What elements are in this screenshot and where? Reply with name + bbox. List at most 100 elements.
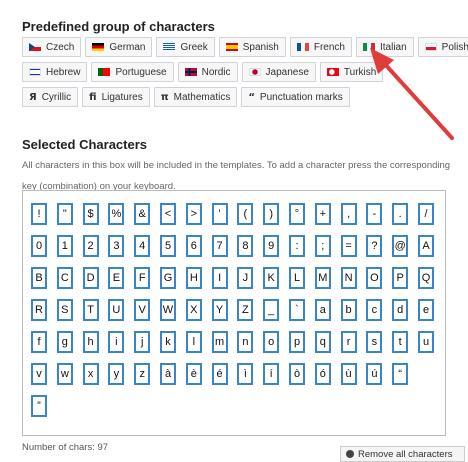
cyrillic-button[interactable]: Я Cyrillic — [22, 87, 79, 107]
character-key[interactable]: z — [134, 363, 151, 385]
character-key[interactable]: K — [263, 267, 280, 289]
character-key[interactable]: G — [160, 267, 176, 289]
character-key[interactable]: / — [418, 203, 434, 225]
character-key[interactable]: m — [211, 331, 228, 353]
character-key[interactable]: y — [108, 363, 125, 385]
character-key[interactable]: i — [108, 331, 125, 353]
character-key[interactable]: : — [289, 235, 305, 257]
character-key[interactable]: > — [185, 203, 202, 225]
character-key[interactable]: & — [134, 203, 151, 225]
character-key[interactable]: í — [263, 363, 280, 385]
character-key[interactable]: 9 — [263, 235, 280, 257]
character-key[interactable]: ? — [366, 235, 383, 257]
character-key[interactable]: x — [82, 363, 99, 385]
character-key[interactable]: + — [314, 203, 331, 225]
character-key[interactable]: N — [340, 267, 357, 289]
character-key[interactable]: 8 — [237, 235, 254, 257]
character-key[interactable]: t — [392, 331, 409, 353]
remove-all-button[interactable]: Remove all characters — [340, 446, 465, 462]
character-key[interactable]: é — [211, 363, 228, 385]
character-key[interactable]: ° — [289, 203, 305, 225]
character-key[interactable]: S — [56, 299, 73, 321]
character-key[interactable]: Y — [211, 299, 228, 321]
punctuation-button[interactable]: “ Punctuation marks — [241, 87, 350, 107]
character-key[interactable]: b — [340, 299, 357, 321]
character-key[interactable]: B — [31, 267, 47, 289]
nordic-button[interactable]: Nordic — [177, 62, 238, 82]
character-key[interactable]: , — [340, 203, 357, 225]
character-key[interactable]: @ — [392, 235, 409, 257]
character-key[interactable]: I — [211, 267, 228, 289]
turkish-button[interactable]: Turkish — [319, 62, 384, 82]
character-key[interactable]: % — [108, 203, 125, 225]
character-key[interactable]: ì — [237, 363, 254, 385]
character-key[interactable]: $ — [82, 203, 99, 225]
character-key[interactable]: ' — [211, 203, 228, 225]
character-key[interactable]: ; — [314, 235, 331, 257]
character-key[interactable]: R — [31, 299, 47, 321]
character-key[interactable]: s — [366, 331, 383, 353]
character-key[interactable]: n — [237, 331, 254, 353]
character-key[interactable]: 4 — [134, 235, 151, 257]
hebrew-button[interactable]: Hebrew — [22, 62, 88, 82]
character-key[interactable]: - — [366, 203, 383, 225]
character-key[interactable]: < — [160, 203, 176, 225]
character-key[interactable]: c — [366, 299, 383, 321]
french-button[interactable]: French — [289, 37, 352, 57]
character-key[interactable]: 5 — [160, 235, 176, 257]
character-key[interactable]: a — [314, 299, 331, 321]
character-key[interactable]: 1 — [56, 235, 73, 257]
character-key[interactable]: q — [314, 331, 331, 353]
german-button[interactable]: German — [85, 37, 153, 57]
character-key[interactable]: X — [185, 299, 202, 321]
character-key[interactable]: F — [134, 267, 151, 289]
character-key[interactable]: l — [185, 331, 202, 353]
character-key[interactable]: v — [31, 363, 47, 385]
mathematics-button[interactable]: π Mathematics — [153, 87, 238, 107]
character-key[interactable]: 0 — [31, 235, 47, 257]
character-key[interactable]: M — [314, 267, 331, 289]
polish-button[interactable]: Polish — [417, 37, 468, 57]
character-key[interactable]: o — [263, 331, 280, 353]
character-key[interactable]: “ — [392, 363, 409, 385]
character-key[interactable]: C — [56, 267, 73, 289]
character-key[interactable]: A — [418, 235, 434, 257]
character-key[interactable]: j — [134, 331, 151, 353]
character-key[interactable]: 2 — [82, 235, 99, 257]
japanese-button[interactable]: Japanese — [241, 62, 316, 82]
character-key[interactable]: k — [160, 331, 176, 353]
character-key[interactable]: H — [185, 267, 202, 289]
character-key[interactable]: Q — [418, 267, 434, 289]
character-key[interactable]: U — [108, 299, 125, 321]
italian-button[interactable]: Italian — [355, 37, 414, 57]
character-key[interactable]: " — [56, 203, 73, 225]
character-key[interactable]: ! — [31, 203, 47, 225]
character-key[interactable]: à — [160, 363, 176, 385]
character-key[interactable]: 6 — [185, 235, 202, 257]
character-key[interactable]: è — [185, 363, 202, 385]
character-key[interactable]: T — [82, 299, 99, 321]
character-key[interactable]: g — [56, 331, 73, 353]
character-key[interactable]: d — [392, 299, 409, 321]
character-key[interactable]: _ — [263, 299, 280, 321]
character-key[interactable]: E — [108, 267, 125, 289]
character-key[interactable]: ó — [314, 363, 331, 385]
character-key[interactable]: h — [82, 331, 99, 353]
character-key[interactable]: r — [340, 331, 357, 353]
character-key[interactable]: e — [418, 299, 434, 321]
greek-button[interactable]: Greek — [156, 37, 215, 57]
character-key[interactable]: Z — [237, 299, 254, 321]
character-key[interactable]: ) — [263, 203, 280, 225]
character-key[interactable]: V — [134, 299, 151, 321]
character-key[interactable]: f — [31, 331, 47, 353]
character-key[interactable]: u — [418, 331, 434, 353]
character-key[interactable]: w — [56, 363, 73, 385]
character-key[interactable]: O — [366, 267, 383, 289]
character-key[interactable]: ” — [31, 395, 47, 417]
character-key[interactable]: ú — [366, 363, 383, 385]
character-key[interactable]: 3 — [108, 235, 125, 257]
ligatures-button[interactable]: ﬁ Ligatures — [82, 87, 150, 107]
character-key[interactable]: ( — [237, 203, 254, 225]
character-key[interactable]: ò — [289, 363, 305, 385]
character-key[interactable]: ù — [340, 363, 357, 385]
